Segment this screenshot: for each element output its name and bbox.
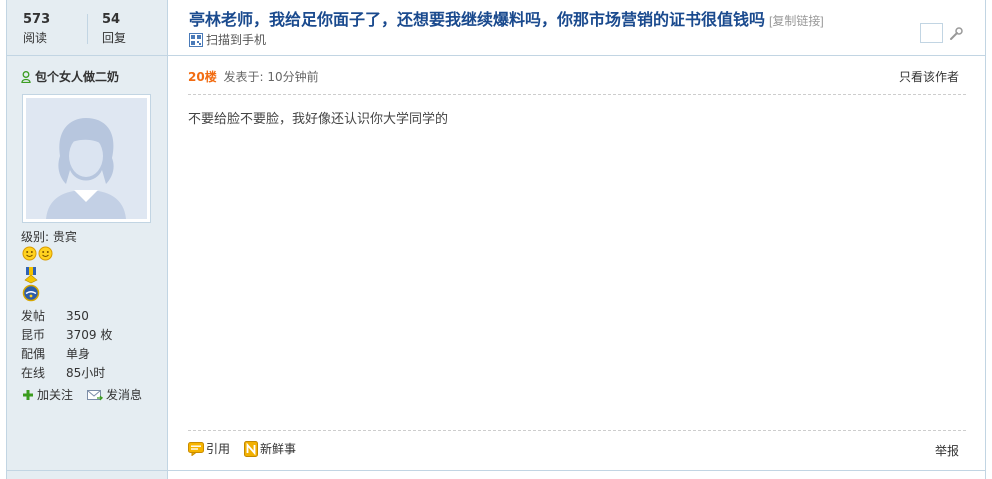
qr-code-icon	[189, 32, 203, 47]
online-user-icon	[21, 70, 31, 83]
floor-number[interactable]: 20楼	[188, 70, 217, 84]
stat-key: 发帖	[21, 309, 46, 323]
bottom-border	[7, 470, 985, 471]
envelope-icon	[87, 389, 104, 400]
thread-stats: 573 阅读 54 回复	[7, 0, 168, 55]
quote-icon	[188, 441, 204, 456]
actions-divider	[188, 430, 966, 431]
quote-label: 引用	[206, 442, 231, 456]
thread-title: 亭林老师，我给足你面子了，还想要我继续爆料吗，你那市场营销的证书很值钱吗 [复制链…	[189, 6, 824, 30]
qr-scan-label: 扫描到手机	[206, 33, 267, 47]
qr-scan-link[interactable]: 扫描到手机	[189, 31, 266, 48]
replies-stat: 54 回复	[102, 12, 126, 46]
level-stars	[22, 246, 54, 261]
smiley-icon	[38, 246, 53, 261]
stat-value: 单身	[66, 347, 91, 361]
stat-key: 配偶	[21, 347, 46, 361]
replies-count: 54	[102, 12, 121, 27]
post-meta: 20楼 发表于: 10分钟前	[188, 68, 319, 85]
author-stat-row: 昆币 3709 枚	[21, 326, 112, 345]
author-actions: 加关注 发消息	[22, 386, 156, 403]
plus-icon	[23, 389, 33, 400]
share-news-button[interactable]: 新鲜事	[244, 440, 296, 457]
badge-medal-icon	[22, 284, 40, 305]
send-message-label: 发消息	[106, 388, 143, 402]
views-label: 阅读	[23, 31, 48, 45]
send-message-button[interactable]: 发消息	[87, 386, 142, 403]
author-sidebar: 包个女人做二奶 级别: 贵宾 发帖 350 昆币 3709 枚 配偶 单身 在线…	[7, 56, 168, 479]
smiley-icon	[22, 246, 37, 261]
avatar-placeholder-image	[26, 98, 147, 219]
author-stat-row: 发帖 350	[21, 307, 112, 326]
news-label: 新鲜事	[260, 442, 297, 456]
thread-frame: 573 阅读 54 回复 亭林老师，我给足你面子了，还想要我继续爆料吗，你那市场…	[6, 0, 986, 479]
stat-key: 昆币	[21, 328, 46, 342]
post-time: 发表于: 10分钟前	[223, 70, 319, 84]
avatar[interactable]	[22, 94, 151, 223]
views-stat: 573 阅读	[23, 12, 50, 46]
quote-button[interactable]: 引用	[188, 440, 230, 457]
post-body: 20楼 发表于: 10分钟前 只看该作者 不要给脸不要脸，我好像还认识你大学同学…	[169, 56, 985, 479]
thread-header: 573 阅读 54 回复 亭林老师，我给足你面子了，还想要我继续爆料吗，你那市场…	[7, 0, 985, 56]
post-content: 不要给脸不要脸，我好像还认识你大学同学的	[188, 112, 449, 127]
author-name[interactable]: 包个女人做二奶	[35, 68, 119, 85]
author-level: 级别: 贵宾	[21, 230, 77, 244]
news-icon	[244, 440, 259, 457]
thread-title-text: 亭林老师，我给足你面子了，还想要我继续爆料吗，你那市场营销的证书很值钱吗	[189, 10, 766, 29]
page-jump-box[interactable]	[920, 23, 943, 43]
stat-value: 350	[66, 309, 89, 323]
follow-button[interactable]: 加关注	[22, 386, 73, 403]
only-author-link[interactable]: 只看该作者	[899, 68, 959, 85]
author-stat-row: 配偶 单身	[21, 345, 112, 364]
views-count: 573	[23, 12, 51, 27]
wrench-icon[interactable]	[948, 26, 964, 42]
meta-divider	[188, 94, 966, 95]
stats-divider	[87, 14, 88, 44]
stat-value: 85小时	[66, 366, 106, 380]
follow-label: 加关注	[37, 388, 74, 402]
stat-value: 3709 枚	[66, 328, 113, 342]
report-button[interactable]: 举报	[935, 442, 959, 459]
copy-link-button[interactable]: [复制链接]	[769, 14, 824, 28]
author-stat-row: 在线 85小时	[21, 364, 112, 383]
author-name-row[interactable]: 包个女人做二奶	[21, 68, 119, 85]
post-actions: 引用 新鲜事	[188, 440, 310, 457]
replies-label: 回复	[102, 31, 127, 45]
stat-key: 在线	[21, 366, 46, 380]
author-stats: 发帖 350 昆币 3709 枚 配偶 单身 在线 85小时	[21, 307, 112, 383]
